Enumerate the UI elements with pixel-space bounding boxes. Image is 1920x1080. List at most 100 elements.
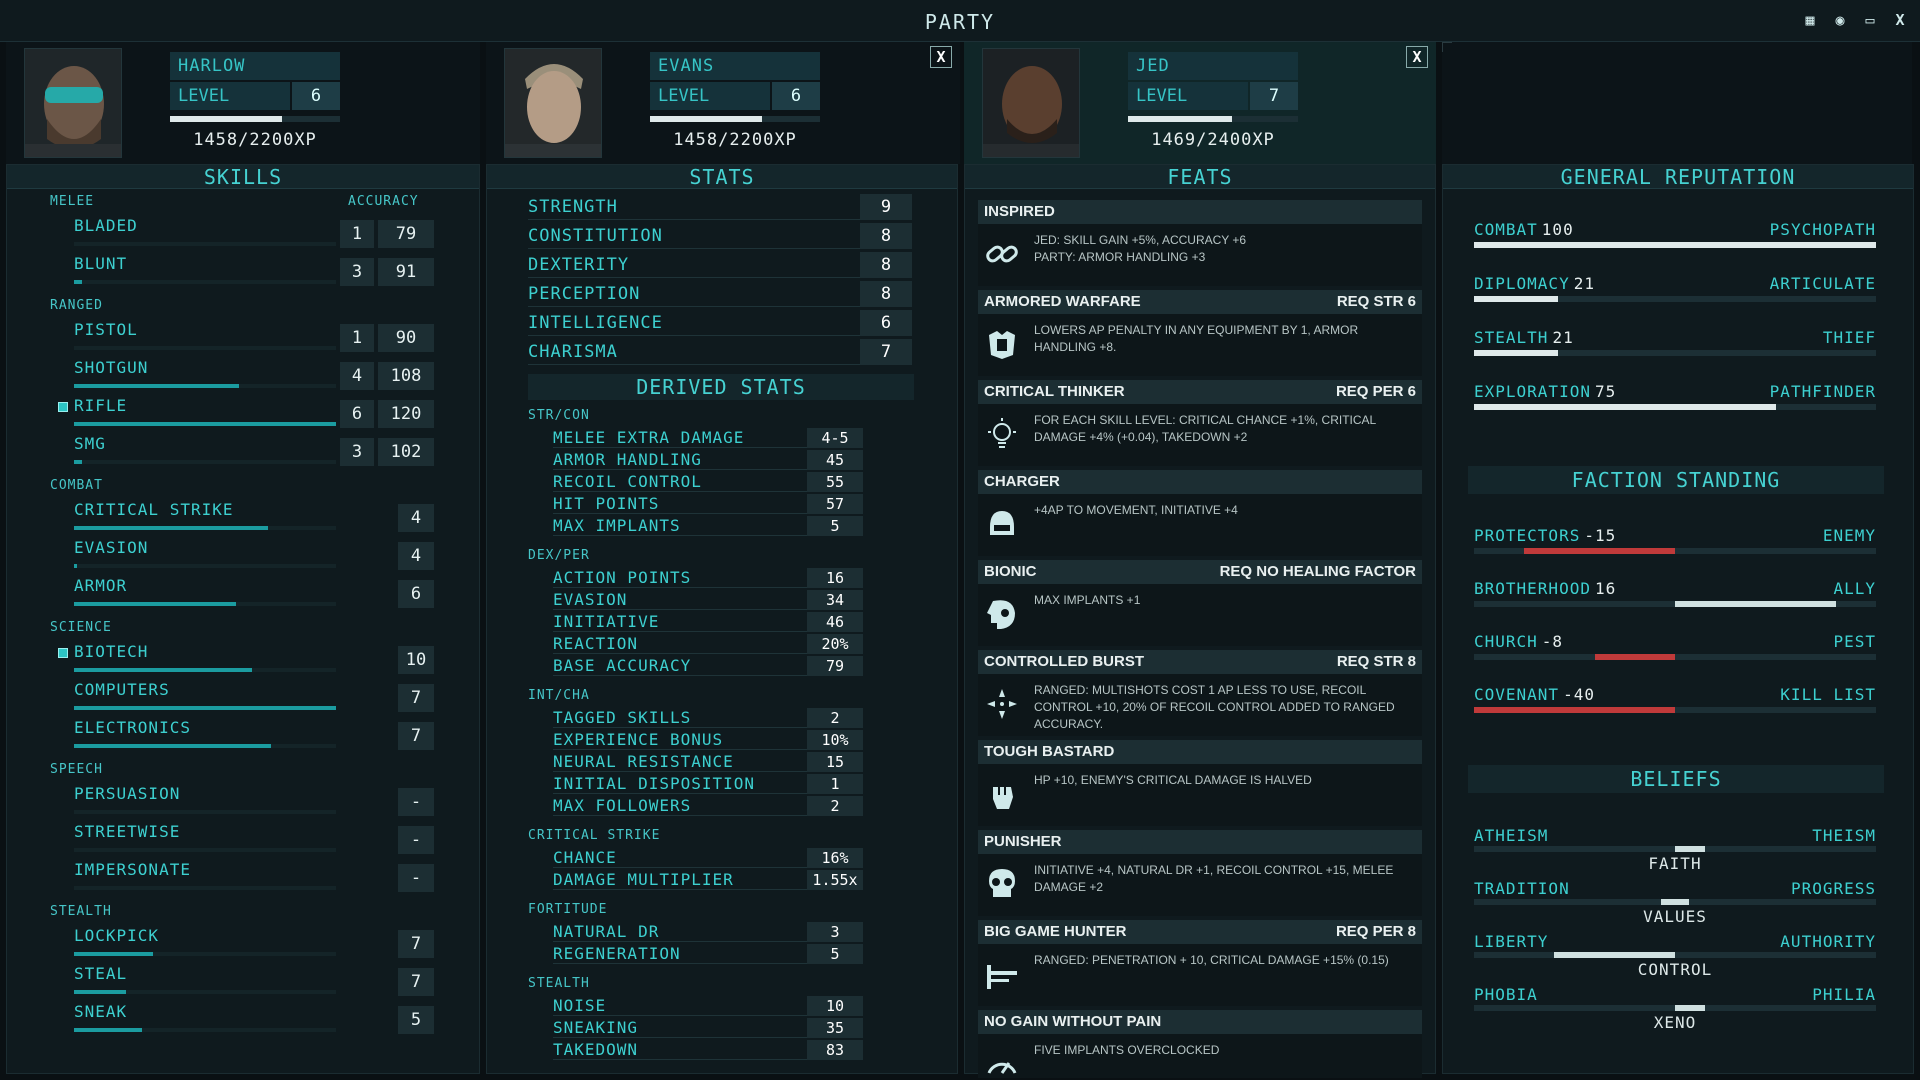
derived-stat-row[interactable]: ACTION POINTS 16: [553, 568, 863, 588]
character-card-jed[interactable]: JED LEVEL 7 1469/2400XP X: [964, 42, 1436, 164]
stat-value: 8: [860, 281, 912, 307]
skill-row-rifle[interactable]: RIFLE 6 120: [50, 396, 440, 430]
brain-icon[interactable]: ◉: [1830, 10, 1850, 30]
derived-stat-row[interactable]: EVASION 34: [553, 590, 863, 610]
skill-rank: 5: [398, 1006, 434, 1034]
character-card-harlow[interactable]: HARLOW LEVEL 6 1458/2200XP: [6, 42, 480, 164]
derived-stat-row[interactable]: MAX FOLLOWERS 2: [553, 796, 863, 816]
skill-row-critical-strike[interactable]: CRITICAL STRIKE 4: [50, 500, 440, 534]
derived-stat-row[interactable]: EXPERIENCE BONUS 10%: [553, 730, 863, 750]
derived-stat-name: NATURAL DR: [553, 922, 660, 941]
faction-bar-fill: [1675, 601, 1836, 607]
reputation-row-diplomacy[interactable]: DIPLOMACY 21 ARTICULATE: [1474, 274, 1876, 304]
feat-card-no-gain-without-pain[interactable]: NO GAIN WITHOUT PAIN FIVE IMPLANTS OVERCL…: [978, 1010, 1422, 1078]
belief-row-values[interactable]: TRADITION PROGRESS: [1474, 879, 1876, 909]
skill-row-blunt[interactable]: BLUNT 3 91: [50, 254, 440, 288]
derived-stat-row[interactable]: ARMOR HANDLING 45: [553, 450, 863, 470]
faction-row-covenant[interactable]: COVENANT -40 KILL LIST: [1474, 685, 1876, 715]
faction-row-brotherhood[interactable]: BROTHERHOOD 16 ALLY: [1474, 579, 1876, 609]
faction-row-church[interactable]: CHURCH -8 PEST: [1474, 632, 1876, 662]
empty-party-slot[interactable]: [1442, 42, 1912, 164]
calendar-icon[interactable]: ▦: [1800, 10, 1820, 30]
derived-stat-row[interactable]: REGENERATION 5: [553, 944, 863, 964]
belief-bar: [1474, 1005, 1876, 1011]
feat-card-inspired[interactable]: INSPIRED JED: SKILL GAIN +5%, ACCURACY +6…: [978, 200, 1422, 286]
reputation-row-combat[interactable]: COMBAT 100 PSYCHOPATH: [1474, 220, 1876, 250]
stat-row-strength[interactable]: STRENGTH 9: [528, 194, 912, 220]
derived-stat-row[interactable]: RECOIL CONTROL 55: [553, 472, 863, 492]
close-icon[interactable]: X: [1890, 10, 1910, 30]
feat-card-controlled-burst[interactable]: CONTROLLED BURST REQ STR 8 RANGED: MULTISH…: [978, 650, 1422, 736]
derived-stat-name: MAX FOLLOWERS: [553, 796, 692, 815]
derived-stat-name: CHANCE: [553, 848, 617, 867]
skill-row-persuasion[interactable]: PERSUASION -: [50, 784, 440, 818]
skill-row-impersonate[interactable]: IMPERSONATE -: [50, 860, 440, 894]
feat-card-critical-thinker[interactable]: CRITICAL THINKER REQ PER 6 FOR EACH SKILL …: [978, 380, 1422, 466]
reputation-row-stealth[interactable]: STEALTH 21 THIEF: [1474, 328, 1876, 358]
skill-row-streetwise[interactable]: STREETWISE -: [50, 822, 440, 856]
stat-row-charisma[interactable]: CHARISMA 7: [528, 339, 912, 365]
derived-stat-row[interactable]: BASE ACCURACY 79: [553, 656, 863, 676]
stat-row-perception[interactable]: PERCEPTION 8: [528, 281, 912, 307]
feat-name: NO GAIN WITHOUT PAIN: [984, 1013, 1162, 1030]
derived-stat-row[interactable]: NATURAL DR 3: [553, 922, 863, 942]
faction-title: KILL LIST: [1780, 685, 1876, 704]
derived-stat-row[interactable]: MAX IMPLANTS 5: [553, 516, 863, 536]
derived-stat-row[interactable]: INITIAL DISPOSITION 1: [553, 774, 863, 794]
character-portrait[interactable]: [24, 48, 122, 158]
derived-stat-row[interactable]: REACTION 20%: [553, 634, 863, 654]
feat-card-bionic[interactable]: BIONIC REQ NO HEALING FACTOR MAX IMPLANTS …: [978, 560, 1422, 646]
feat-card-tough-bastard[interactable]: TOUGH BASTARD HP +10, ENEMY'S CRITICAL DA…: [978, 740, 1422, 826]
stat-row-intelligence[interactable]: INTELLIGENCE 6: [528, 310, 912, 336]
feat-header: BIONIC REQ NO HEALING FACTOR: [978, 560, 1422, 584]
character-card-evans[interactable]: EVANS LEVEL 6 1458/2200XP X: [486, 42, 960, 164]
faction-name: BROTHERHOOD: [1474, 579, 1591, 598]
skill-row-smg[interactable]: SMG 3 102: [50, 434, 440, 468]
skill-row-armor[interactable]: ARMOR 6: [50, 576, 440, 610]
belief-row-control[interactable]: LIBERTY AUTHORITY: [1474, 932, 1876, 962]
skill-group-label: MELEE: [50, 194, 95, 209]
derived-stat-row[interactable]: TAKEDOWN 83: [553, 1040, 863, 1060]
skill-row-pistol[interactable]: PISTOL 1 90: [50, 320, 440, 354]
feat-name: TOUGH BASTARD: [984, 743, 1115, 760]
feat-card-armored-warfare[interactable]: ARMORED WARFARE REQ STR 6 LOWERS AP PENALT…: [978, 290, 1422, 376]
feat-description: +4AP TO MOVEMENT, INITIATIVE +4: [1034, 503, 1238, 517]
faction-row-protectors[interactable]: PROTECTORS -15 ENEMY: [1474, 526, 1876, 556]
derived-stat-row[interactable]: HIT POINTS 57: [553, 494, 863, 514]
derived-stat-name: INITIAL DISPOSITION: [553, 774, 756, 793]
skill-row-sneak[interactable]: SNEAK 5: [50, 1002, 440, 1036]
derived-stat-row[interactable]: TAGGED SKILLS 2: [553, 708, 863, 728]
derived-stat-row[interactable]: MELEE EXTRA DAMAGE 4-5: [553, 428, 863, 448]
xp-text: 1469/2400XP: [1151, 130, 1275, 150]
derived-stat-row[interactable]: NOISE 10: [553, 996, 863, 1016]
derived-stat-row[interactable]: NEURAL RESISTANCE 15: [553, 752, 863, 772]
derived-stat-name: REACTION: [553, 634, 639, 653]
derived-stat-row[interactable]: SNEAKING 35: [553, 1018, 863, 1038]
stat-row-dexterity[interactable]: DEXTERITY 8: [528, 252, 912, 278]
character-portrait[interactable]: [982, 48, 1080, 158]
feat-card-charger[interactable]: CHARGER +4AP TO MOVEMENT, INITIATIVE +4: [978, 470, 1422, 556]
reputation-bar: [1474, 296, 1876, 302]
feat-card-punisher[interactable]: PUNISHER INITIATIVE +4, NATURAL DR +1, RE…: [978, 830, 1422, 916]
skill-row-steal[interactable]: STEAL 7: [50, 964, 440, 998]
skill-row-lockpick[interactable]: LOCKPICK 7: [50, 926, 440, 960]
feat-card-big-game-hunter[interactable]: BIG GAME HUNTER REQ PER 8 RANGED: PENETRAT…: [978, 920, 1422, 1006]
skill-row-bladed[interactable]: BLADED 1 79: [50, 216, 440, 250]
skill-row-evasion[interactable]: EVASION 4: [50, 538, 440, 572]
derived-stat-row[interactable]: INITIATIVE 46: [553, 612, 863, 632]
reputation-row-exploration[interactable]: EXPLORATION 75 PATHFINDER: [1474, 382, 1876, 412]
belief-row-faith[interactable]: ATHEISM THEISM: [1474, 826, 1876, 856]
skill-row-biotech[interactable]: BIOTECH 10: [50, 642, 440, 676]
belief-row-xeno[interactable]: PHOBIA PHILIA: [1474, 985, 1876, 1015]
skill-row-computers[interactable]: COMPUTERS 7: [50, 680, 440, 714]
remove-character-button[interactable]: X: [1406, 46, 1428, 68]
skill-row-shotgun[interactable]: SHOTGUN 4 108: [50, 358, 440, 392]
character-portrait[interactable]: [504, 48, 602, 158]
skill-row-electronics[interactable]: ELECTRONICS 7: [50, 718, 440, 752]
stat-name: PERCEPTION: [528, 284, 641, 304]
derived-stat-row[interactable]: DAMAGE MULTIPLIER 1.55x: [553, 870, 863, 890]
derived-stat-row[interactable]: CHANCE 16%: [553, 848, 863, 868]
monitor-icon[interactable]: ▭: [1860, 10, 1880, 30]
stat-row-constitution[interactable]: CONSTITUTION 8: [528, 223, 912, 249]
remove-character-button[interactable]: X: [930, 46, 952, 68]
